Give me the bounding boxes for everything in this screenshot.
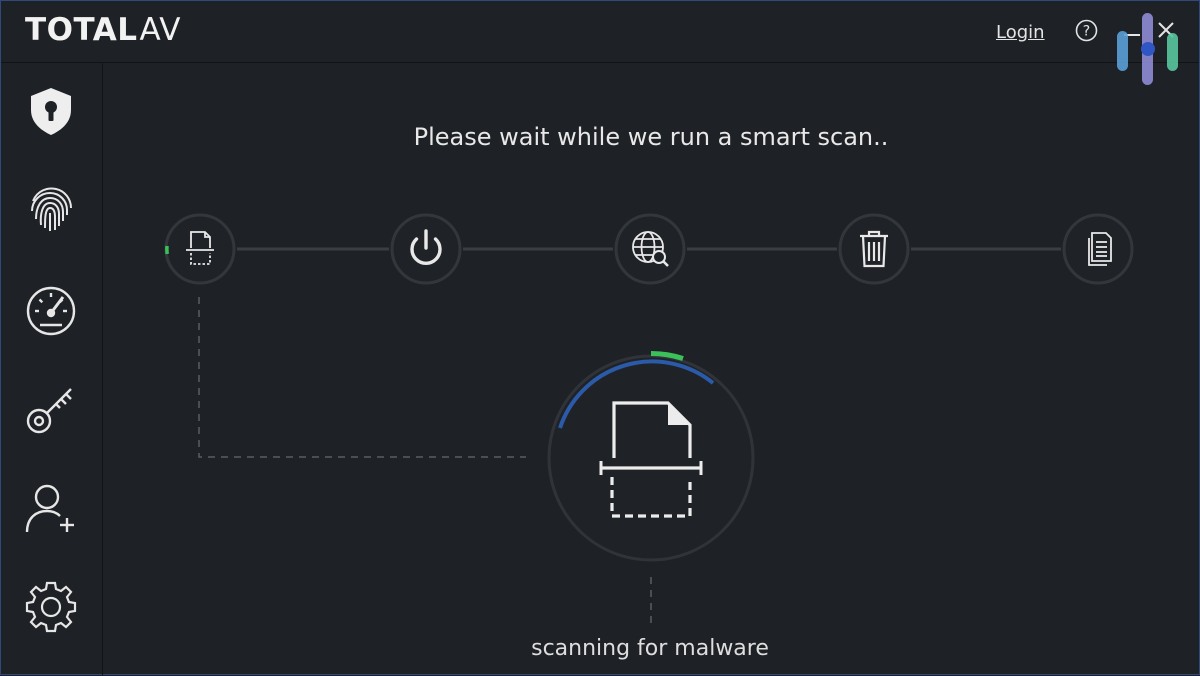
step-file-scan[interactable]: [163, 212, 237, 286]
step-web-scan[interactable]: [613, 212, 687, 286]
step-startup[interactable]: [389, 212, 463, 286]
step-junk-cleanup[interactable]: [837, 212, 911, 286]
scan-progress-ring: [541, 350, 761, 571]
app-window: TOTALAV Login ? Please wait while we run…: [0, 0, 1200, 675]
scan-status-text: scanning for malware: [531, 636, 769, 661]
step-report[interactable]: [1061, 212, 1135, 286]
scan-progress-track: [198, 247, 1061, 629]
